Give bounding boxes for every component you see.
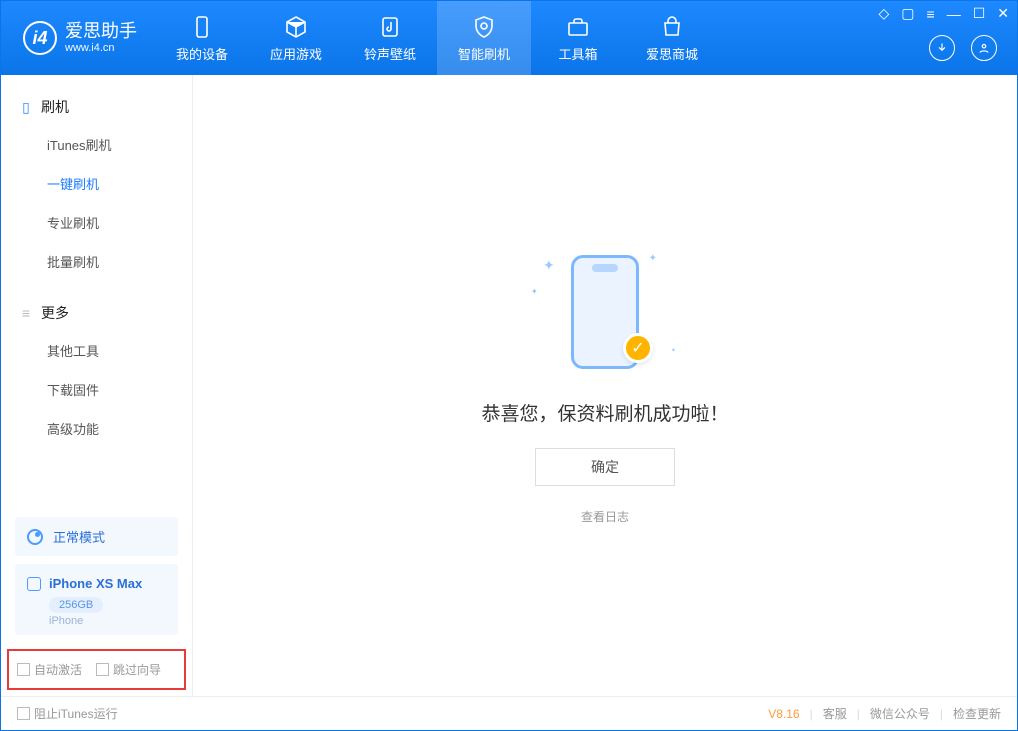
group-title: 刷机	[41, 97, 69, 117]
device-card[interactable]: iPhone XS Max 256GB iPhone	[15, 564, 178, 635]
result-panel: ✦ ✦ ✦ • ✓ 恭喜您，保资料刷机成功啦！ 确定 查看日志	[481, 247, 728, 525]
device-mode[interactable]: 正常模式	[15, 517, 178, 556]
tab-store[interactable]: 爱思商城	[625, 1, 719, 75]
status-bar: 阻止iTunes运行 V8.16 | 客服 | 微信公众号 | 检查更新	[1, 696, 1017, 730]
download-button[interactable]	[929, 35, 955, 61]
block-itunes-checkbox[interactable]: 阻止iTunes运行	[17, 705, 118, 722]
sidebar-item-itunes[interactable]: iTunes刷机	[1, 125, 192, 164]
device-capacity: 256GB	[49, 597, 103, 613]
header-right-buttons	[929, 35, 997, 61]
sidebar-item-batch[interactable]: 批量刷机	[1, 242, 192, 281]
logo-icon: i4	[23, 21, 57, 55]
group-title: 更多	[41, 303, 69, 323]
sidebar-group-flash: ▯ 刷机	[1, 89, 192, 125]
minimize-button[interactable]: —	[947, 6, 961, 22]
wechat-link[interactable]: 微信公众号	[870, 705, 930, 722]
view-log-link[interactable]: 查看日志	[581, 508, 629, 525]
sidebar-item-onekey[interactable]: 一键刷机	[1, 164, 192, 203]
user-button[interactable]	[971, 35, 997, 61]
tab-apps[interactable]: 应用游戏	[249, 1, 343, 75]
tab-device[interactable]: 我的设备	[155, 1, 249, 75]
phone-icon: ▯	[19, 100, 33, 114]
tab-label: 智能刷机	[458, 44, 510, 63]
sidebar: ▯ 刷机 iTunes刷机 一键刷机 专业刷机 批量刷机 ≡ 更多 其他工具 下…	[1, 75, 193, 696]
feedback-icon[interactable]: ▢	[901, 5, 914, 22]
auto-activate-checkbox[interactable]: 自动激活	[17, 661, 82, 678]
tab-label: 铃声壁纸	[364, 44, 416, 63]
maximize-button[interactable]: ☐	[973, 5, 986, 22]
success-illustration: ✦ ✦ ✦ • ✓	[525, 247, 685, 377]
sidebar-status: 正常模式 iPhone XS Max 256GB iPhone	[1, 509, 192, 643]
sidebar-nav: ▯ 刷机 iTunes刷机 一键刷机 专业刷机 批量刷机 ≡ 更多 其他工具 下…	[1, 75, 192, 509]
tab-label: 爱思商城	[646, 44, 698, 63]
sidebar-item-other[interactable]: 其他工具	[1, 331, 192, 370]
toolbox-icon	[565, 14, 591, 40]
shield-icon	[471, 14, 497, 40]
bag-icon	[659, 14, 685, 40]
tab-toolbox[interactable]: 工具箱	[531, 1, 625, 75]
body: ▯ 刷机 iTunes刷机 一键刷机 专业刷机 批量刷机 ≡ 更多 其他工具 下…	[1, 75, 1017, 696]
sidebar-bottom-options: 自动激活 跳过向导	[7, 649, 186, 690]
check-update-link[interactable]: 检查更新	[953, 705, 1001, 722]
sidebar-item-pro[interactable]: 专业刷机	[1, 203, 192, 242]
main-content: ✦ ✦ ✦ • ✓ 恭喜您，保资料刷机成功啦！ 确定 查看日志	[193, 75, 1017, 696]
close-button[interactable]: ✕	[997, 5, 1009, 22]
ok-button[interactable]: 确定	[535, 448, 675, 486]
device-icon	[27, 577, 41, 591]
result-title: 恭喜您，保资料刷机成功啦！	[481, 399, 728, 426]
tab-label: 我的设备	[176, 44, 228, 63]
check-badge-icon: ✓	[623, 333, 653, 363]
app-window: i4 爱思助手 www.i4.cn 我的设备 应用游戏 铃声壁纸 智能刷机	[0, 0, 1018, 731]
app-name: 爱思助手	[65, 22, 137, 42]
window-controls: ◇ ▢ ≡ — ☐ ✕	[879, 5, 1009, 22]
version-label: V8.16	[768, 707, 799, 721]
music-icon	[377, 14, 403, 40]
mode-icon	[27, 529, 43, 545]
device-type: iPhone	[49, 615, 166, 627]
device-icon	[189, 14, 215, 40]
menu-icon[interactable]: ≡	[927, 6, 935, 22]
support-link[interactable]: 客服	[823, 705, 847, 722]
list-icon: ≡	[19, 306, 33, 320]
mode-label: 正常模式	[53, 527, 105, 546]
app-logo: i4 爱思助手 www.i4.cn	[1, 21, 155, 55]
sidebar-item-firmware[interactable]: 下载固件	[1, 370, 192, 409]
tab-ringtone[interactable]: 铃声壁纸	[343, 1, 437, 75]
skip-wizard-checkbox[interactable]: 跳过向导	[96, 661, 161, 678]
theme-icon[interactable]: ◇	[879, 5, 890, 22]
top-tabs: 我的设备 应用游戏 铃声壁纸 智能刷机 工具箱 爱思商城	[155, 1, 719, 75]
sidebar-item-advanced[interactable]: 高级功能	[1, 409, 192, 448]
tab-label: 应用游戏	[270, 44, 322, 63]
tab-label: 工具箱	[558, 44, 597, 63]
app-url: www.i4.cn	[65, 42, 137, 54]
cube-icon	[283, 14, 309, 40]
tab-flash[interactable]: 智能刷机	[437, 1, 531, 75]
sidebar-group-more: ≡ 更多	[1, 295, 192, 331]
device-name: iPhone XS Max	[49, 576, 142, 591]
title-bar: i4 爱思助手 www.i4.cn 我的设备 应用游戏 铃声壁纸 智能刷机	[1, 1, 1017, 75]
